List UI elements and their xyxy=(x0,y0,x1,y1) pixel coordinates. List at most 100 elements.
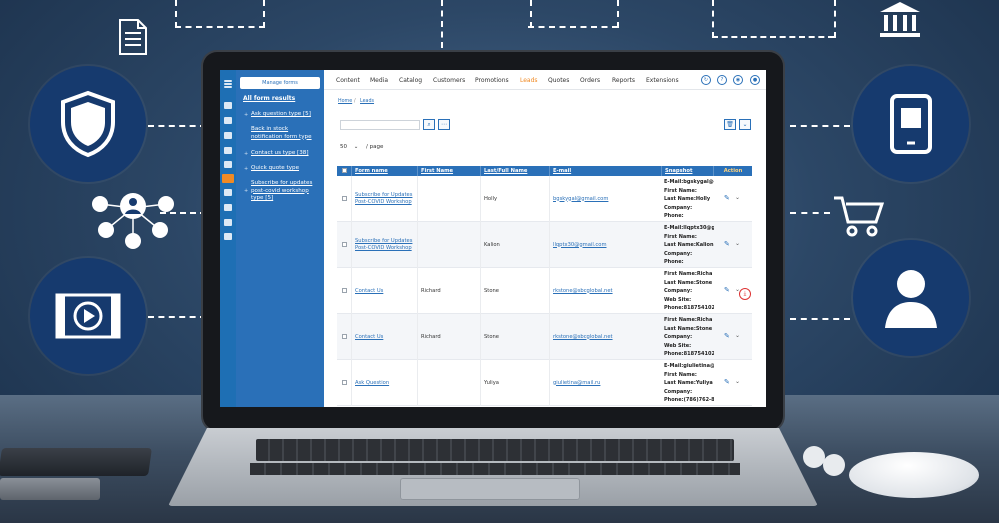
settings-icon[interactable]: ◉ xyxy=(733,75,743,85)
bullet-icon: + xyxy=(244,151,249,157)
per-page-select[interactable]: 50 ⌄ xyxy=(340,142,360,152)
snapshot-line: Company: xyxy=(664,388,693,395)
connector-line xyxy=(148,125,206,127)
row-checkbox[interactable] xyxy=(342,380,347,385)
promotions-icon[interactable] xyxy=(224,161,232,168)
connector-line xyxy=(712,0,714,38)
connector-line xyxy=(148,316,206,318)
email-link[interactable]: llqptx30@gmail.com xyxy=(549,222,661,268)
edit-icon[interactable]: ✎ xyxy=(724,332,730,340)
phone-device xyxy=(0,448,152,476)
reports-icon[interactable] xyxy=(224,219,232,226)
first-name-cell xyxy=(417,176,480,222)
first-name-cell xyxy=(417,360,480,406)
email-link[interactable]: rkstone@sbcglobal.net xyxy=(549,268,661,314)
connector-line xyxy=(528,26,618,28)
snapshot-line: First Name:Richa xyxy=(664,271,713,277)
form-name-link[interactable]: Contact Us xyxy=(351,268,417,314)
bullet-icon: + xyxy=(244,112,249,118)
media-icon[interactable] xyxy=(224,117,232,124)
snapshot-line: Company: xyxy=(664,204,693,211)
table-row: Subscribe for Updates Post-COVID Worksho… xyxy=(337,176,752,222)
nav-leads[interactable]: Leads xyxy=(520,77,538,84)
last-name-cell: Stone xyxy=(480,314,549,360)
pdf-export-icon[interactable]: ⤓ xyxy=(739,288,751,300)
row-checkbox[interactable] xyxy=(342,288,347,293)
chevron-down-icon[interactable]: ⌄ xyxy=(735,378,740,385)
chevron-down-icon[interactable]: ⌄ xyxy=(735,194,740,201)
form-name-link[interactable]: Ask Question xyxy=(351,360,417,406)
nav-media[interactable]: Media xyxy=(370,77,388,84)
connector-line xyxy=(790,318,850,320)
email-link[interactable]: bgskygal@gmail.com xyxy=(549,176,661,222)
user-circle xyxy=(853,240,969,356)
edit-icon[interactable]: ✎ xyxy=(724,240,730,248)
breadcrumb-leads[interactable]: Leads xyxy=(360,99,374,104)
sidebar-item-subscribe[interactable]: Subscribe for updates post-covid worksho… xyxy=(251,180,317,203)
leads-icon[interactable] xyxy=(222,174,234,183)
nav-reports[interactable]: Reports xyxy=(612,77,635,84)
column-email[interactable]: E-mail xyxy=(549,166,661,176)
last-name-cell: Yuliya xyxy=(480,360,549,406)
select-all-checkbox[interactable] xyxy=(342,168,347,173)
connector-line xyxy=(790,212,830,214)
more-options-button[interactable]: ⋯ xyxy=(438,119,450,130)
breadcrumb-home[interactable]: Home xyxy=(338,99,352,104)
snapshot-cell: First Name:Richa Last Name:Stone Company… xyxy=(664,270,714,313)
last-name-cell: Stone xyxy=(480,268,549,314)
column-form-name[interactable]: Form name xyxy=(351,166,417,176)
nav-customers[interactable]: Customers xyxy=(433,77,465,84)
per-page-label: / page xyxy=(366,144,384,150)
email-link[interactable]: rkstone@sbcglobal.net xyxy=(549,314,661,360)
nav-promotions[interactable]: Promotions xyxy=(475,77,509,84)
help-icon[interactable]: ? xyxy=(717,75,727,85)
column-snapshot[interactable]: Snapshot xyxy=(661,166,713,176)
form-name-link[interactable]: Subscribe for Updates Post-COVID Worksho… xyxy=(351,222,417,268)
column-last-name[interactable]: Last/Full Name xyxy=(480,166,549,176)
nav-catalog[interactable]: Catalog xyxy=(399,77,422,84)
quotes-icon[interactable] xyxy=(224,189,232,196)
sidebar-item-ask-question[interactable]: Ask question type [5] xyxy=(251,111,321,119)
manage-forms-button[interactable]: Manage forms xyxy=(240,77,320,89)
edit-icon[interactable]: ✎ xyxy=(724,378,730,386)
row-checkbox[interactable] xyxy=(342,334,347,339)
table-header: Form name First Name Last/Full Name E-ma… xyxy=(337,166,752,176)
sidebar-item-back-in-stock[interactable]: Back in stock notification form type xyxy=(251,126,321,141)
sidebar-item-quick-quote[interactable]: Quick quote type xyxy=(251,165,321,173)
bulk-actions-dropdown[interactable]: ⌄ xyxy=(739,119,751,130)
nav-content[interactable]: Content xyxy=(336,77,360,84)
chevron-down-icon[interactable]: ⌄ xyxy=(735,240,740,247)
email-link[interactable]: giulietina@mail.ru xyxy=(549,360,661,406)
edit-icon[interactable]: ✎ xyxy=(724,194,730,202)
column-first-name[interactable]: First Name xyxy=(417,166,480,176)
delete-button[interactable]: 🗑 xyxy=(724,119,736,130)
earbud xyxy=(803,446,825,468)
extensions-icon[interactable] xyxy=(224,233,232,240)
all-form-results-link[interactable]: All form results xyxy=(243,95,295,103)
sidebar-item-contact-us[interactable]: Contact us type [38] xyxy=(251,150,321,158)
row-checkbox[interactable] xyxy=(342,196,347,201)
form-name-link[interactable]: Contact Us xyxy=(351,314,417,360)
account-icon[interactable]: ● xyxy=(750,75,760,85)
snapshot-line: Web Site: xyxy=(664,296,692,303)
row-checkbox[interactable] xyxy=(342,242,347,247)
chevron-down-icon[interactable]: ⌄ xyxy=(735,332,740,339)
nav-quotes[interactable]: Quotes xyxy=(548,77,569,84)
edit-icon[interactable]: ✎ xyxy=(724,286,730,294)
search-button[interactable]: ⌕ xyxy=(423,119,435,130)
snapshot-line: E-Mail:llqptx30@g xyxy=(664,225,714,231)
chevron-down-icon: ⌄ xyxy=(353,144,359,150)
smartphone-icon xyxy=(890,94,932,154)
form-name-link[interactable]: Subscribe for Updates Post-COVID Worksho… xyxy=(351,176,417,222)
nav-extensions[interactable]: Extensions xyxy=(646,77,679,84)
snapshot-line: Phone:(786)762-8 xyxy=(664,397,714,403)
last-name-cell: Holly xyxy=(480,176,549,222)
catalog-icon[interactable] xyxy=(224,132,232,139)
refresh-icon[interactable]: ↻ xyxy=(701,75,711,85)
nav-orders[interactable]: Orders xyxy=(580,77,600,84)
customers-icon[interactable] xyxy=(224,147,232,154)
orders-icon[interactable] xyxy=(224,204,232,211)
pages-icon[interactable] xyxy=(224,102,232,109)
menu-icon[interactable] xyxy=(224,80,232,82)
search-input[interactable] xyxy=(340,120,420,130)
